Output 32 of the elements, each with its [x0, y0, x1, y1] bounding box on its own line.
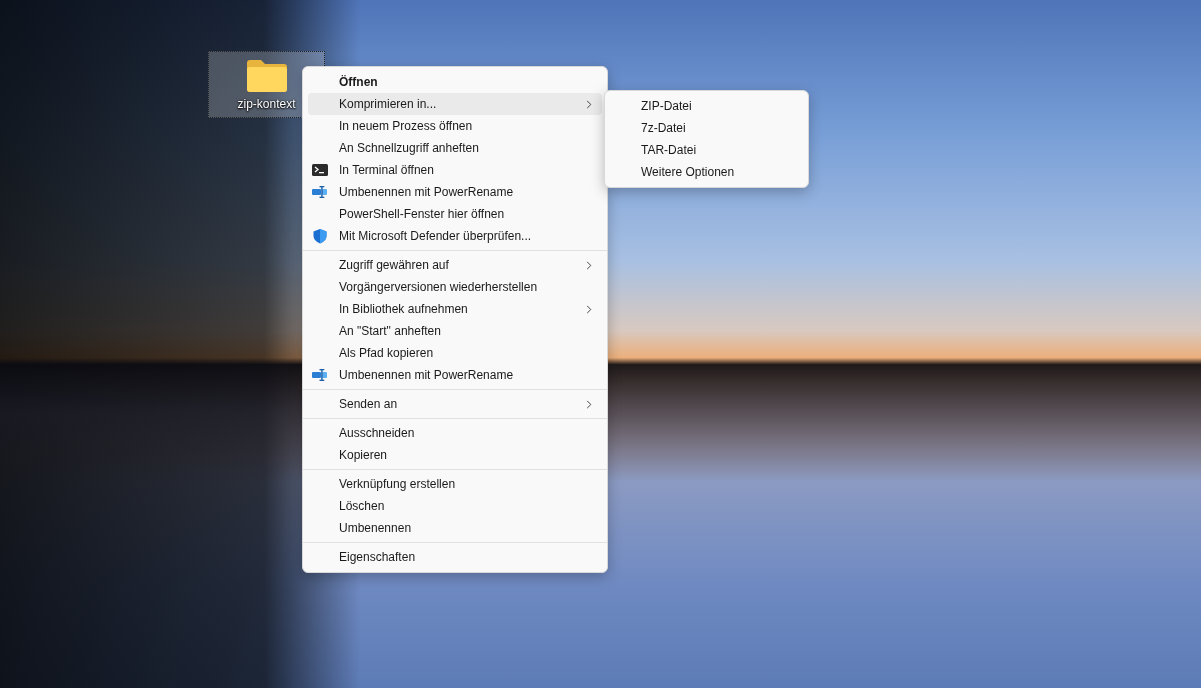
chevron-right-icon [586, 400, 592, 409]
menu-item[interactable]: Mit Microsoft Defender überprüfen... [308, 225, 602, 247]
rename-icon [312, 367, 328, 383]
menu-item[interactable]: Eigenschaften [308, 546, 602, 568]
menu-item[interactable]: TAR-Datei [610, 139, 803, 161]
menu-item[interactable]: Komprimieren in... [308, 93, 602, 115]
menu-item[interactable]: In Bibliothek aufnehmen [308, 298, 602, 320]
menu-item[interactable]: Verknüpfung erstellen [308, 473, 602, 495]
menu-item[interactable]: Senden an [308, 393, 602, 415]
menu-item[interactable]: Vorgängerversionen wiederherstellen [308, 276, 602, 298]
chevron-right-icon [586, 305, 592, 314]
menu-item[interactable]: In Terminal öffnen [308, 159, 602, 181]
menu-item[interactable]: Weitere Optionen [610, 161, 803, 183]
menu-item[interactable]: Umbenennen mit PowerRename [308, 181, 602, 203]
chevron-right-icon [586, 261, 592, 270]
menu-item[interactable]: Kopieren [308, 444, 602, 466]
menu-item[interactable]: PowerShell-Fenster hier öffnen [308, 203, 602, 225]
menu-item[interactable]: Zugriff gewähren auf [308, 254, 602, 276]
menu-item[interactable]: In neuem Prozess öffnen [308, 115, 602, 137]
menu-item[interactable]: Löschen [308, 495, 602, 517]
shield-icon [312, 228, 328, 244]
terminal-icon [312, 162, 328, 178]
menu-item[interactable]: ZIP-Datei [610, 95, 803, 117]
menu-item[interactable]: Umbenennen mit PowerRename [308, 364, 602, 386]
menu-item[interactable]: Ausschneiden [308, 422, 602, 444]
menu-item[interactable]: An Schnellzugriff anheften [308, 137, 602, 159]
menu-item[interactable]: Umbenennen [308, 517, 602, 539]
menu-item[interactable]: Als Pfad kopieren [308, 342, 602, 364]
rename-icon [312, 184, 328, 200]
menu-item[interactable]: 7z-Datei [610, 117, 803, 139]
menu-item[interactable]: An "Start" anheften [308, 320, 602, 342]
chevron-right-icon [586, 100, 592, 109]
